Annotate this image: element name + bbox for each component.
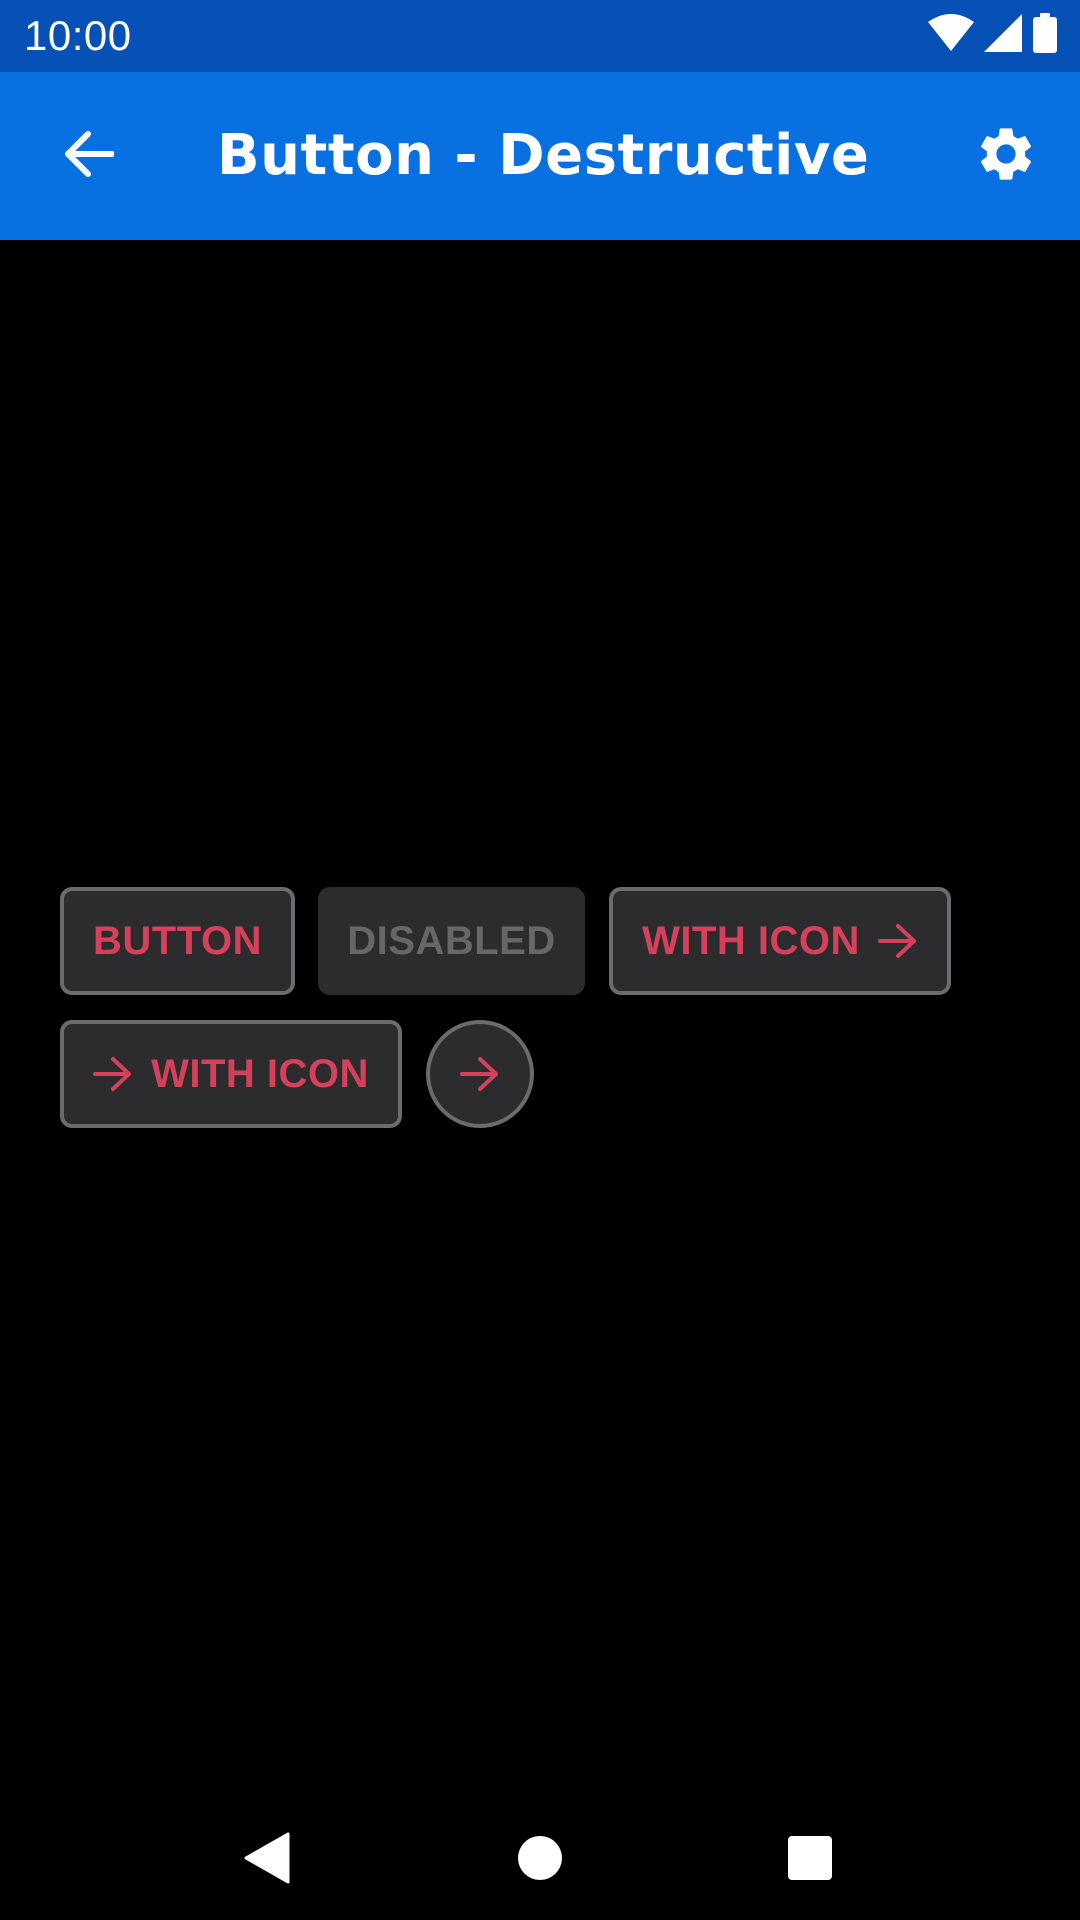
system-nav-bar bbox=[0, 1800, 1080, 1920]
nav-back-icon bbox=[242, 1832, 290, 1889]
page-title: Button - Destructive bbox=[217, 123, 870, 188]
arrow-forward-icon bbox=[460, 1056, 500, 1092]
status-icons bbox=[928, 12, 1058, 58]
with-icon-leading-label: WITH ICON bbox=[151, 1051, 369, 1096]
back-button[interactable] bbox=[44, 112, 132, 200]
nav-back-button[interactable] bbox=[226, 1820, 306, 1900]
disabled-button-label: DISABLED bbox=[347, 918, 556, 963]
nav-home-icon bbox=[517, 1835, 563, 1886]
icon-only-button[interactable] bbox=[426, 1020, 534, 1128]
app-bar: Button - Destructive bbox=[0, 72, 1080, 240]
disabled-button: DISABLED bbox=[318, 887, 585, 995]
status-time: 10:00 bbox=[24, 12, 132, 59]
gear-icon bbox=[974, 122, 1038, 191]
cellular-signal-icon bbox=[984, 13, 1022, 57]
screen: 10:00 Button - Destructive BUTTON DISABL… bbox=[0, 0, 1080, 1920]
arrow-forward-icon bbox=[93, 1056, 133, 1092]
battery-icon bbox=[1032, 12, 1058, 58]
settings-button[interactable] bbox=[962, 112, 1050, 200]
destructive-button[interactable]: BUTTON bbox=[60, 887, 295, 995]
destructive-button-label: BUTTON bbox=[93, 918, 262, 963]
with-icon-trailing-label: WITH ICON bbox=[642, 918, 860, 963]
with-icon-leading-button[interactable]: WITH ICON bbox=[60, 1020, 402, 1128]
wifi-icon bbox=[928, 13, 974, 57]
nav-recents-icon bbox=[787, 1835, 833, 1886]
status-bar: 10:00 bbox=[0, 0, 1080, 72]
with-icon-trailing-button[interactable]: WITH ICON bbox=[609, 887, 951, 995]
nav-home-button[interactable] bbox=[500, 1820, 580, 1900]
arrow-back-icon bbox=[62, 130, 115, 183]
nav-recents-button[interactable] bbox=[770, 1820, 850, 1900]
arrow-forward-icon bbox=[877, 923, 918, 959]
